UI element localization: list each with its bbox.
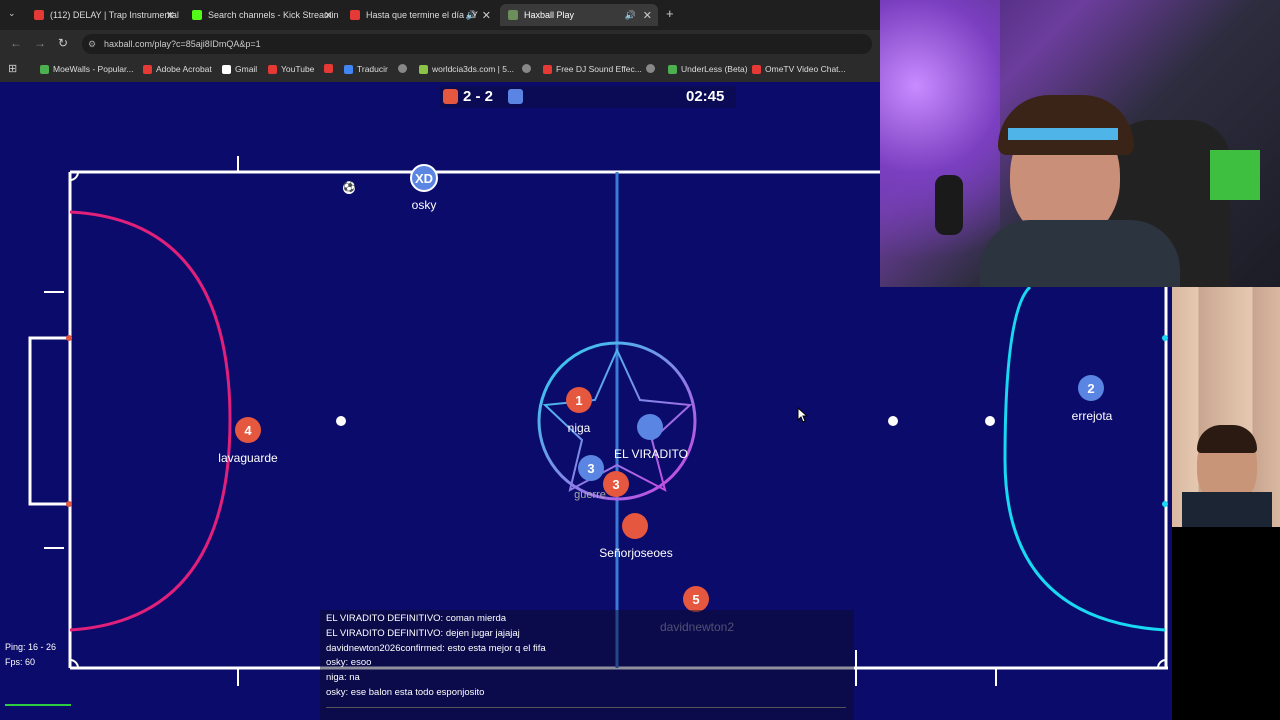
streamer-body: [980, 220, 1180, 287]
player-name-niga: niga: [567, 421, 591, 435]
player-name-osky: osky: [411, 198, 437, 212]
chat-message: EL VIRADITO DEFINITIVO: dejen jugar jaja…: [326, 627, 520, 639]
score-text: 2 - 2: [463, 88, 494, 105]
player-disc-el-viradito: [637, 414, 663, 440]
minecraft-plush: [1210, 150, 1260, 200]
mouse-cursor-icon: [797, 407, 807, 423]
chat-message: osky: esoo: [326, 657, 372, 669]
streamer-hair: [998, 95, 1134, 155]
dark-overlay-area: [1172, 527, 1280, 720]
player-name-senorjoseoes: Señorjoseoes: [599, 546, 673, 560]
player-name-lavaguarde: lavaguarde: [218, 451, 278, 465]
player-name-el-viradito: EL VIRADITO: [613, 447, 689, 461]
blue-team-square: [508, 89, 523, 104]
player-name-guerre: guerre: [574, 489, 606, 501]
player-disc-osky: XD: [410, 164, 438, 192]
chat-message: osky: ese balon esta todo esponjosito: [326, 686, 485, 698]
chat-input[interactable]: [326, 707, 846, 716]
player-disc-errejota: 2: [1078, 375, 1104, 401]
lamp-light: [880, 0, 1000, 287]
match-timer: 02:45: [686, 88, 725, 105]
player-disc-guerre: 3: [578, 455, 604, 481]
chat-message: EL VIRADITO DEFINITIVO: coman mierda: [326, 613, 507, 624]
chat-message: davidnewton2026confirmed: esto esta mejo…: [326, 642, 546, 654]
player-disc-davidnewton2: 5: [683, 586, 709, 612]
fps-text: Fps: 60: [5, 657, 36, 667]
player-disc-lavaguarde: 4: [235, 417, 261, 443]
red-team-square: [443, 89, 458, 104]
player-name-errejota: errejota: [1071, 409, 1113, 423]
streamer-webcam: [880, 0, 1280, 287]
politicians-collage-image: [1172, 287, 1280, 527]
player-disc-red-3: 3: [603, 471, 629, 497]
soccer-ball-icon: ⚽: [343, 182, 356, 194]
player-disc-niga: 1: [566, 387, 592, 413]
network-stats: Ping: 16 - 26 Fps: 60: [5, 640, 71, 706]
chat-log: EL VIRADITO DEFINITIVO: coman mierda EL …: [320, 610, 854, 720]
chat-message: niga: na: [326, 672, 360, 684]
microphone: [935, 175, 963, 235]
ping-text: Ping: 16 - 26: [5, 642, 57, 652]
ping-graph: [5, 704, 71, 706]
headband: [1008, 128, 1118, 140]
player-disc-senorjoseoes: [622, 513, 648, 539]
suit: [1182, 492, 1272, 527]
